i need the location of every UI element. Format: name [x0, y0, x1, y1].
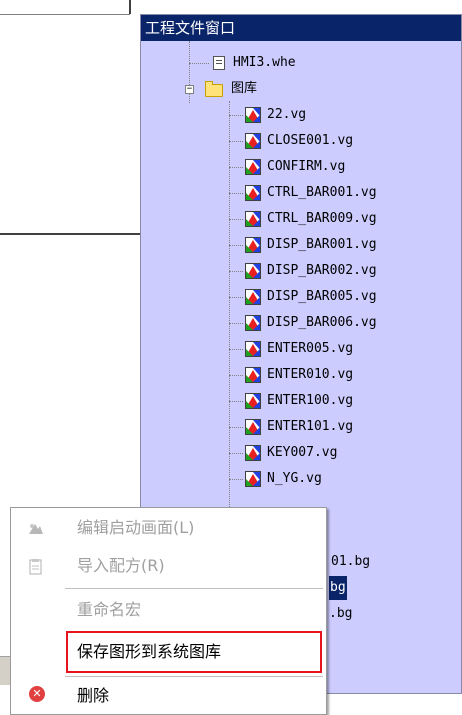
menu-item-label: 编辑启动画面(L): [77, 518, 195, 537]
edit-startup-icon: [27, 520, 45, 538]
tree-guide-connector: [229, 297, 243, 298]
menu-item-delete[interactable]: ✕ 删除: [11, 678, 326, 714]
vg-graphic-icon: [245, 315, 261, 331]
tree-item-label: 22.vg: [267, 107, 307, 122]
folder-icon: [205, 81, 223, 97]
tree-guide-connector: [229, 141, 243, 142]
vg-graphic-icon: [245, 471, 261, 487]
tree-item-label: CONFIRM.vg: [267, 159, 346, 174]
context-menu: 编辑启动画面(L) 导入配方(R) 重命名宏 保存图形到系统图库 ✕ 删除: [10, 507, 327, 715]
project-window-title: 工程文件窗口: [141, 15, 461, 41]
tree-folder-label: 图库: [231, 81, 258, 96]
delete-icon: ✕: [29, 686, 45, 702]
vg-graphic-icon: [245, 185, 261, 201]
tree-guide-connector: [189, 63, 209, 64]
left-divider-vertical: [129, 0, 131, 14]
menu-item-label: 导入配方(R): [77, 556, 165, 575]
menu-item-label: 删除: [77, 686, 110, 705]
left-divider-middle: [0, 233, 140, 235]
tree-item-file[interactable]: ENTER101.vg: [141, 415, 461, 439]
tree-item-label: ENTER005.vg: [267, 341, 354, 356]
menu-item-label: 重命名宏: [77, 600, 142, 619]
vg-graphic-icon: [245, 289, 261, 305]
vg-graphic-icon: [245, 393, 261, 409]
tree-item-file[interactable]: DISP_BAR002.vg: [141, 259, 461, 283]
tree-item-file[interactable]: DISP_BAR006.vg: [141, 311, 461, 335]
tree-guide-connector: [229, 375, 243, 376]
tree-item-label: ENTER010.vg: [267, 367, 354, 382]
tree-item-label: DISP_BAR005.vg: [267, 289, 377, 304]
tree-item-label: KEY007.vg: [267, 445, 338, 460]
vg-graphic-icon: [245, 159, 261, 175]
tree-item-label: HMI3.whe: [233, 55, 296, 70]
file-icon: [213, 56, 225, 70]
tree-guide-connector: [229, 193, 243, 194]
tree-guide-connector: [229, 349, 243, 350]
tree-item-file[interactable]: ENTER100.vg: [141, 389, 461, 413]
collapse-icon[interactable]: −: [185, 85, 194, 94]
tree-item-label: DISP_BAR006.vg: [267, 315, 377, 330]
tree-item-label: 01.bg: [331, 554, 371, 569]
tree-guide-connector: [229, 401, 243, 402]
tree-item-file[interactable]: DISP_BAR001.vg: [141, 233, 461, 257]
tree-item-label: .bg: [329, 606, 353, 621]
menu-item-rename-macro[interactable]: 重命名宏: [11, 592, 326, 628]
tree-guide-connector: [229, 453, 243, 454]
vg-graphic-icon: [245, 419, 261, 435]
vg-graphic-icon: [245, 341, 261, 357]
tree-item-label: DISP_BAR001.vg: [267, 237, 377, 252]
tree-item-file[interactable]: CONFIRM.vg: [141, 155, 461, 179]
tree-item-file[interactable]: N_YG.vg: [141, 467, 461, 491]
tree-item-file[interactable]: DISP_BAR005.vg: [141, 285, 461, 309]
tree-guide-connector: [229, 479, 243, 480]
tree-item-hmi3[interactable]: HMI3.whe: [141, 51, 461, 75]
menu-item-edit-startup[interactable]: 编辑启动画面(L): [11, 510, 326, 546]
tree-guide-connector: [229, 323, 243, 324]
left-divider-top: [0, 14, 130, 15]
tree-guide-connector: [229, 115, 243, 116]
tree-item-label: DISP_BAR002.vg: [267, 263, 377, 278]
tree-item-label: CLOSE001.vg: [267, 133, 354, 148]
tree-item-label: ENTER101.vg: [267, 419, 354, 434]
tree-item-file[interactable]: CLOSE001.vg: [141, 129, 461, 153]
tree-item-label: N_YG.vg: [267, 471, 322, 486]
highlight-annotation-box: [66, 631, 322, 673]
tree-item-file[interactable]: CTRL_BAR001.vg: [141, 181, 461, 205]
tree-folder-gallery[interactable]: − 图库: [141, 77, 461, 101]
menu-separator: [65, 676, 323, 677]
tree-item-file[interactable]: CTRL_BAR009.vg: [141, 207, 461, 231]
tree-guide-connector: [229, 219, 243, 220]
tree-item-label: CTRL_BAR001.vg: [267, 185, 377, 200]
tree-item-file[interactable]: 22.vg: [141, 103, 461, 127]
vg-graphic-icon: [245, 367, 261, 383]
tree-item-file[interactable]: KEY007.vg: [141, 441, 461, 465]
tree-guide-connector: [229, 245, 243, 246]
vg-graphic-icon: [245, 211, 261, 227]
vg-graphic-icon: [245, 237, 261, 253]
menu-separator: [65, 588, 323, 589]
vg-graphic-icon: [245, 445, 261, 461]
tree-guide-connector: [229, 427, 243, 428]
tree-guide-connector: [229, 167, 243, 168]
tree-guide-connector: [229, 271, 243, 272]
import-recipe-icon: [27, 558, 45, 576]
vg-graphic-icon: [245, 263, 261, 279]
tree-item-label: CTRL_BAR009.vg: [267, 211, 377, 226]
tree-item-label: ENTER100.vg: [267, 393, 354, 408]
tree-item-file[interactable]: ENTER010.vg: [141, 363, 461, 387]
vg-graphic-icon: [245, 107, 261, 123]
tree-item-label: bg: [329, 576, 347, 600]
menu-item-import-recipe[interactable]: 导入配方(R): [11, 548, 326, 584]
tree-item-file[interactable]: ENTER005.vg: [141, 337, 461, 361]
vg-graphic-icon: [245, 133, 261, 149]
